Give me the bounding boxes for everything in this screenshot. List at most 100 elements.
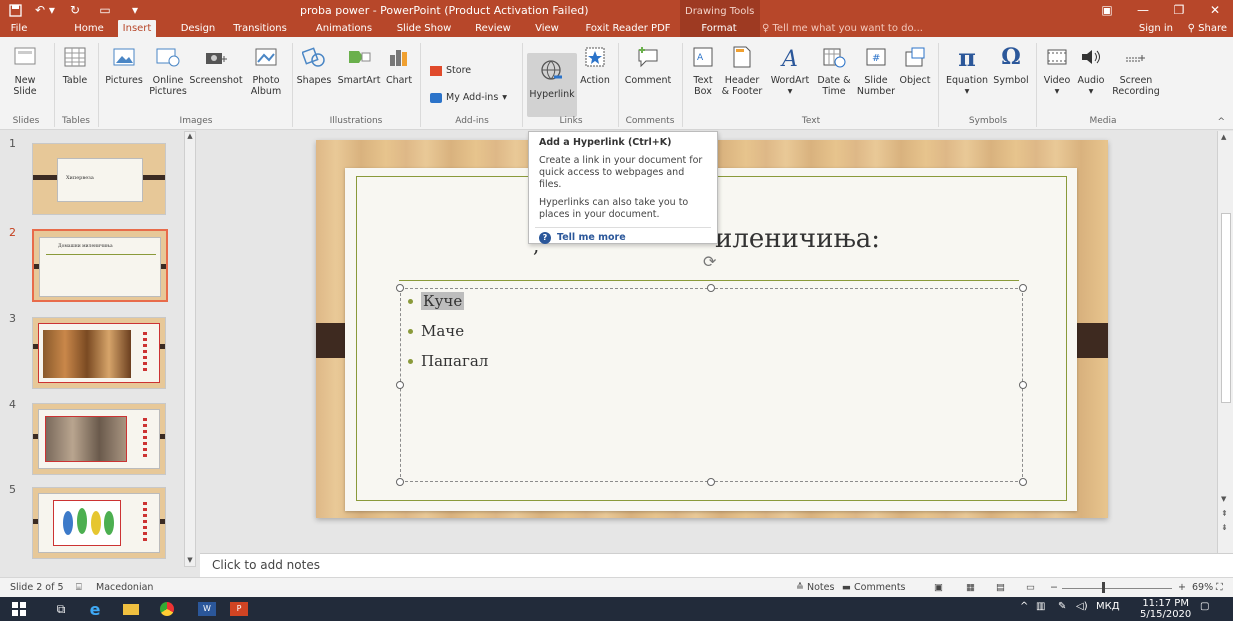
tab-file[interactable]: File — [4, 20, 34, 37]
header-footer-button[interactable]: Header & Footer — [720, 43, 764, 97]
screen-recording-button[interactable]: Screen Recording — [1108, 43, 1164, 97]
close-button[interactable]: ✕ — [1197, 0, 1233, 20]
tab-review[interactable]: Review — [472, 20, 514, 37]
notes-pane[interactable]: Click to add notes — [200, 553, 1233, 577]
comment-button[interactable]: Comment — [622, 43, 674, 86]
word-icon[interactable]: W — [196, 600, 218, 618]
chart-button[interactable]: Chart — [384, 43, 414, 86]
powerpoint-icon[interactable]: P — [228, 600, 250, 618]
resize-handle-ne[interactable] — [1019, 284, 1027, 292]
windows-start-icon[interactable] — [8, 600, 30, 618]
redo-icon[interactable]: ↻ — [60, 0, 90, 20]
new-slide-button[interactable]: New Slide — [12, 43, 38, 97]
resize-handle-w[interactable] — [396, 381, 404, 389]
pen-icon[interactable]: ✎ — [1058, 601, 1066, 612]
scroll-down-icon[interactable]: ▼ — [1221, 495, 1226, 503]
tab-format[interactable]: Format — [695, 20, 743, 37]
language-indicator[interactable]: Macedonian — [96, 582, 153, 593]
zoom-level[interactable]: 69% — [1192, 582, 1213, 593]
sign-in-link[interactable]: Sign in — [1139, 20, 1173, 37]
audio-button[interactable]: Audio ▾ — [1076, 43, 1106, 97]
slide-thumbnail-1[interactable]: Хипервеза — [32, 143, 166, 215]
reading-view-icon[interactable]: ▤ — [996, 582, 1005, 593]
input-language[interactable]: МКД — [1096, 601, 1120, 612]
slide-title[interactable]: иленичиња: — [715, 224, 880, 254]
tab-insert[interactable]: Insert — [118, 20, 156, 37]
tab-transitions[interactable]: Transitions — [225, 20, 295, 37]
resize-handle-e[interactable] — [1019, 381, 1027, 389]
resize-handle-se[interactable] — [1019, 478, 1027, 486]
resize-handle-sw[interactable] — [396, 478, 404, 486]
tab-foxit-reader-pdf[interactable]: Foxit Reader PDF — [579, 20, 677, 37]
symbol-button[interactable]: Ω Symbol — [990, 43, 1032, 87]
previous-slide-icon[interactable]: ⇞ — [1221, 509, 1228, 518]
action-button[interactable]: Action — [578, 43, 612, 86]
my-addins-button[interactable]: My Add-ins ▾ — [430, 92, 507, 103]
slide-scrollbar[interactable]: ▲ ▼ ⇞ ⇟ — [1217, 131, 1233, 553]
edge-browser-icon[interactable]: e — [84, 600, 106, 619]
slide-thumbnail-4[interactable] — [32, 403, 166, 475]
thumbnails-scrollbar[interactable]: ▲ ▼ — [184, 131, 196, 567]
content-placeholder[interactable] — [400, 288, 1023, 482]
tab-animations[interactable]: Animations — [313, 20, 375, 37]
spelling-icon[interactable]: ⌸ — [76, 582, 82, 593]
show-hidden-icons-icon[interactable]: ^ — [1020, 601, 1028, 612]
tell-me-search[interactable]: ♀ Tell me what you want to do... — [762, 20, 923, 37]
tab-slide-show[interactable]: Slide Show — [393, 20, 455, 37]
bullet-item[interactable]: Папагал — [408, 352, 488, 370]
share-button[interactable]: ⚲ Share — [1188, 20, 1227, 37]
smartart-button[interactable]: SmartArt — [334, 43, 384, 86]
video-button[interactable]: Video ▾ — [1042, 43, 1072, 97]
date-time-button[interactable]: Date & Time — [814, 43, 854, 97]
notes-toggle[interactable]: ≙ Notes — [796, 582, 834, 593]
tab-home[interactable]: Home — [70, 20, 108, 37]
equation-button[interactable]: π Equation ▾ — [944, 43, 990, 97]
minimize-button[interactable]: — — [1125, 0, 1161, 20]
scroll-up-icon[interactable]: ▲ — [185, 132, 195, 142]
file-explorer-icon[interactable] — [120, 600, 142, 618]
resize-handle-n[interactable] — [707, 284, 715, 292]
collapse-ribbon-icon[interactable]: ^ — [1217, 117, 1225, 127]
zoom-in-icon[interactable]: + — [1178, 582, 1186, 593]
scrollbar-thumb[interactable] — [1221, 213, 1231, 403]
object-button[interactable]: Object — [898, 43, 932, 86]
network-icon[interactable]: ▥ — [1036, 601, 1045, 612]
task-view-icon[interactable]: ⧉ — [50, 600, 72, 618]
volume-icon[interactable]: ◁) — [1076, 601, 1088, 612]
slide-thumbnail-3[interactable] — [32, 317, 166, 389]
save-icon[interactable] — [0, 0, 30, 20]
table-button[interactable]: Table — [60, 43, 90, 86]
tell-me-more-link[interactable]: ? Tell me more — [539, 232, 707, 244]
bullet-item[interactable]: Маче — [408, 322, 464, 340]
scroll-down-icon[interactable]: ▼ — [185, 556, 195, 566]
next-slide-icon[interactable]: ⇟ — [1221, 523, 1228, 532]
customize-qat-icon[interactable]: ▾ — [120, 0, 150, 20]
normal-view-icon[interactable]: ▣ — [934, 582, 943, 593]
slide-thumbnail-5[interactable] — [32, 487, 166, 559]
tab-design[interactable]: Design — [178, 20, 218, 37]
pictures-button[interactable]: Pictures — [104, 43, 144, 86]
rotate-handle-icon[interactable]: ⟳ — [703, 252, 716, 271]
screenshot-button[interactable]: Screenshot — [188, 43, 244, 86]
shapes-button[interactable]: Shapes — [296, 43, 332, 86]
restore-button[interactable]: ❐ — [1161, 0, 1197, 20]
resize-handle-nw[interactable] — [396, 284, 404, 292]
slide-number-button[interactable]: # Slide Number — [856, 43, 896, 97]
scroll-up-icon[interactable]: ▲ — [1221, 133, 1226, 141]
store-button[interactable]: Store — [430, 65, 471, 76]
zoom-slider[interactable] — [1062, 588, 1172, 589]
undo-icon[interactable]: ↶ ▾ — [30, 0, 60, 20]
start-from-beginning-icon[interactable]: ▭ — [90, 0, 120, 20]
photo-album-button[interactable]: Photo Album — [246, 43, 286, 97]
bullet-item[interactable]: Куче — [408, 292, 465, 310]
chrome-icon[interactable] — [156, 600, 178, 618]
wordart-button[interactable]: A WordArt ▾ — [768, 43, 812, 97]
comments-toggle[interactable]: ▬ Comments — [842, 582, 906, 593]
ribbon-display-options-icon[interactable]: ▣ — [1089, 0, 1125, 20]
tab-view[interactable]: View — [531, 20, 563, 37]
hyperlink-button[interactable]: Hyperlink — [527, 53, 577, 117]
slideshow-view-icon[interactable]: ▭ — [1026, 582, 1035, 593]
text-box-button[interactable]: A Text Box — [688, 43, 718, 97]
clock[interactable]: 11:17 PM 5/15/2020 — [1140, 598, 1191, 620]
fit-slide-icon[interactable]: ⛶ — [1216, 582, 1223, 593]
